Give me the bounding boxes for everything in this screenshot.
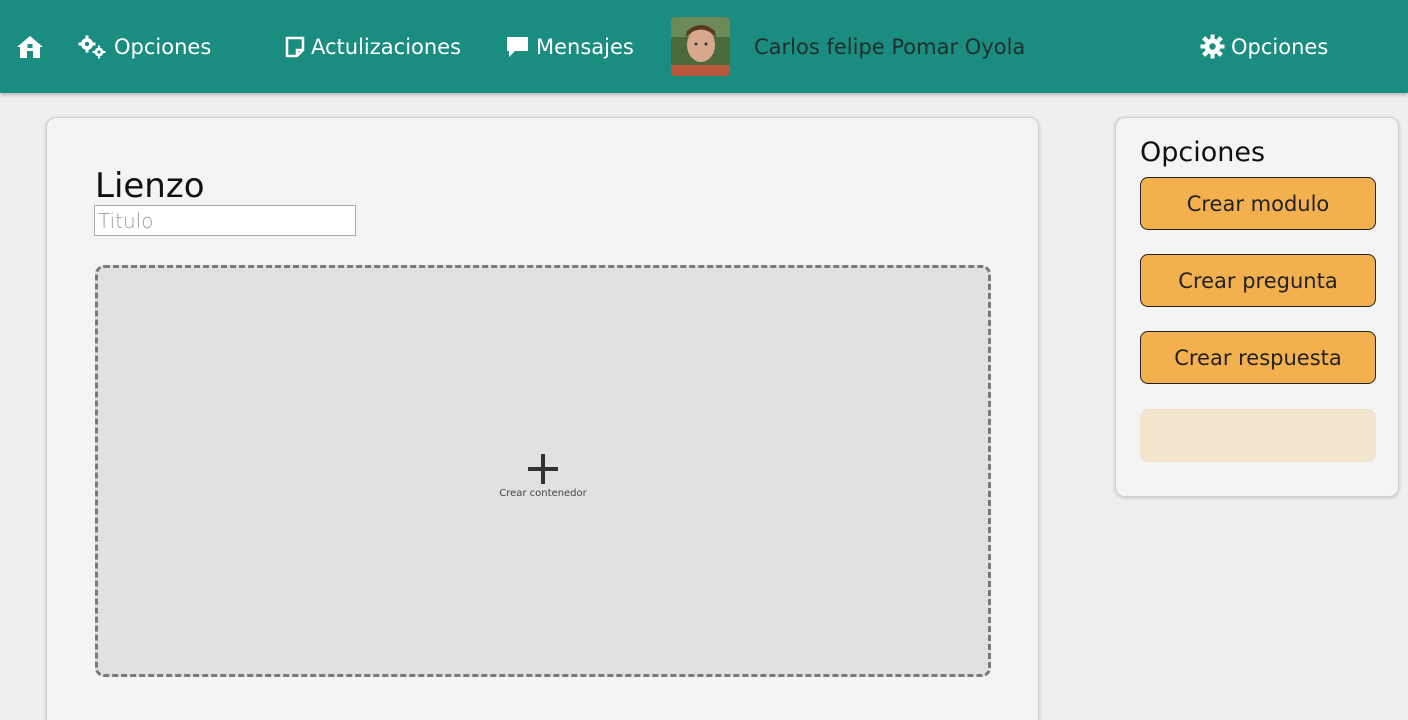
nav-user-profile[interactable]: Carlos felipe Pomar Oyola	[671, 0, 1025, 93]
nav-opciones-right-label: Opciones	[1231, 34, 1329, 59]
nav-mensajes[interactable]: Mensajes	[505, 0, 634, 93]
nav-opciones-left[interactable]: Opciones	[78, 0, 211, 93]
nav-opciones-left-label: Opciones	[114, 34, 212, 59]
user-name: Carlos felipe Pomar Oyola	[754, 34, 1026, 59]
create-module-button[interactable]: Crear modulo	[1140, 177, 1376, 230]
gear-icon	[1200, 34, 1225, 59]
gears-icon	[78, 35, 106, 58]
nav-mensajes-label: Mensajes	[536, 34, 634, 59]
nav-opciones-right[interactable]: Opciones	[1200, 0, 1328, 93]
nav-actualizaciones-label: Actulizaciones	[311, 34, 462, 59]
canvas-title: Lienzo	[95, 166, 205, 206]
options-panel: Opciones Crear modulo Crear pregunta Cre…	[1115, 117, 1399, 497]
comment-icon	[507, 36, 528, 57]
note-icon	[285, 36, 305, 57]
disabled-option-button[interactable]	[1140, 409, 1376, 462]
home-button[interactable]	[16, 0, 50, 93]
nav-actualizaciones[interactable]: Actulizaciones	[285, 0, 461, 93]
avatar	[671, 17, 730, 76]
plus-icon	[528, 453, 558, 484]
create-container-dropzone[interactable]: Crear contenedor	[95, 265, 991, 677]
canvas-card: Lienzo Crear contenedor	[46, 117, 1039, 720]
title-input[interactable]	[94, 205, 356, 236]
create-answer-button[interactable]: Crear respuesta	[1140, 331, 1376, 384]
create-container-label: Crear contenedor	[499, 487, 587, 499]
top-navbar: Opciones Actulizaciones Mensajes Carlos	[0, 0, 1408, 93]
options-title: Opciones	[1140, 137, 1266, 168]
home-icon	[17, 35, 43, 58]
create-question-button[interactable]: Crear pregunta	[1140, 254, 1376, 307]
